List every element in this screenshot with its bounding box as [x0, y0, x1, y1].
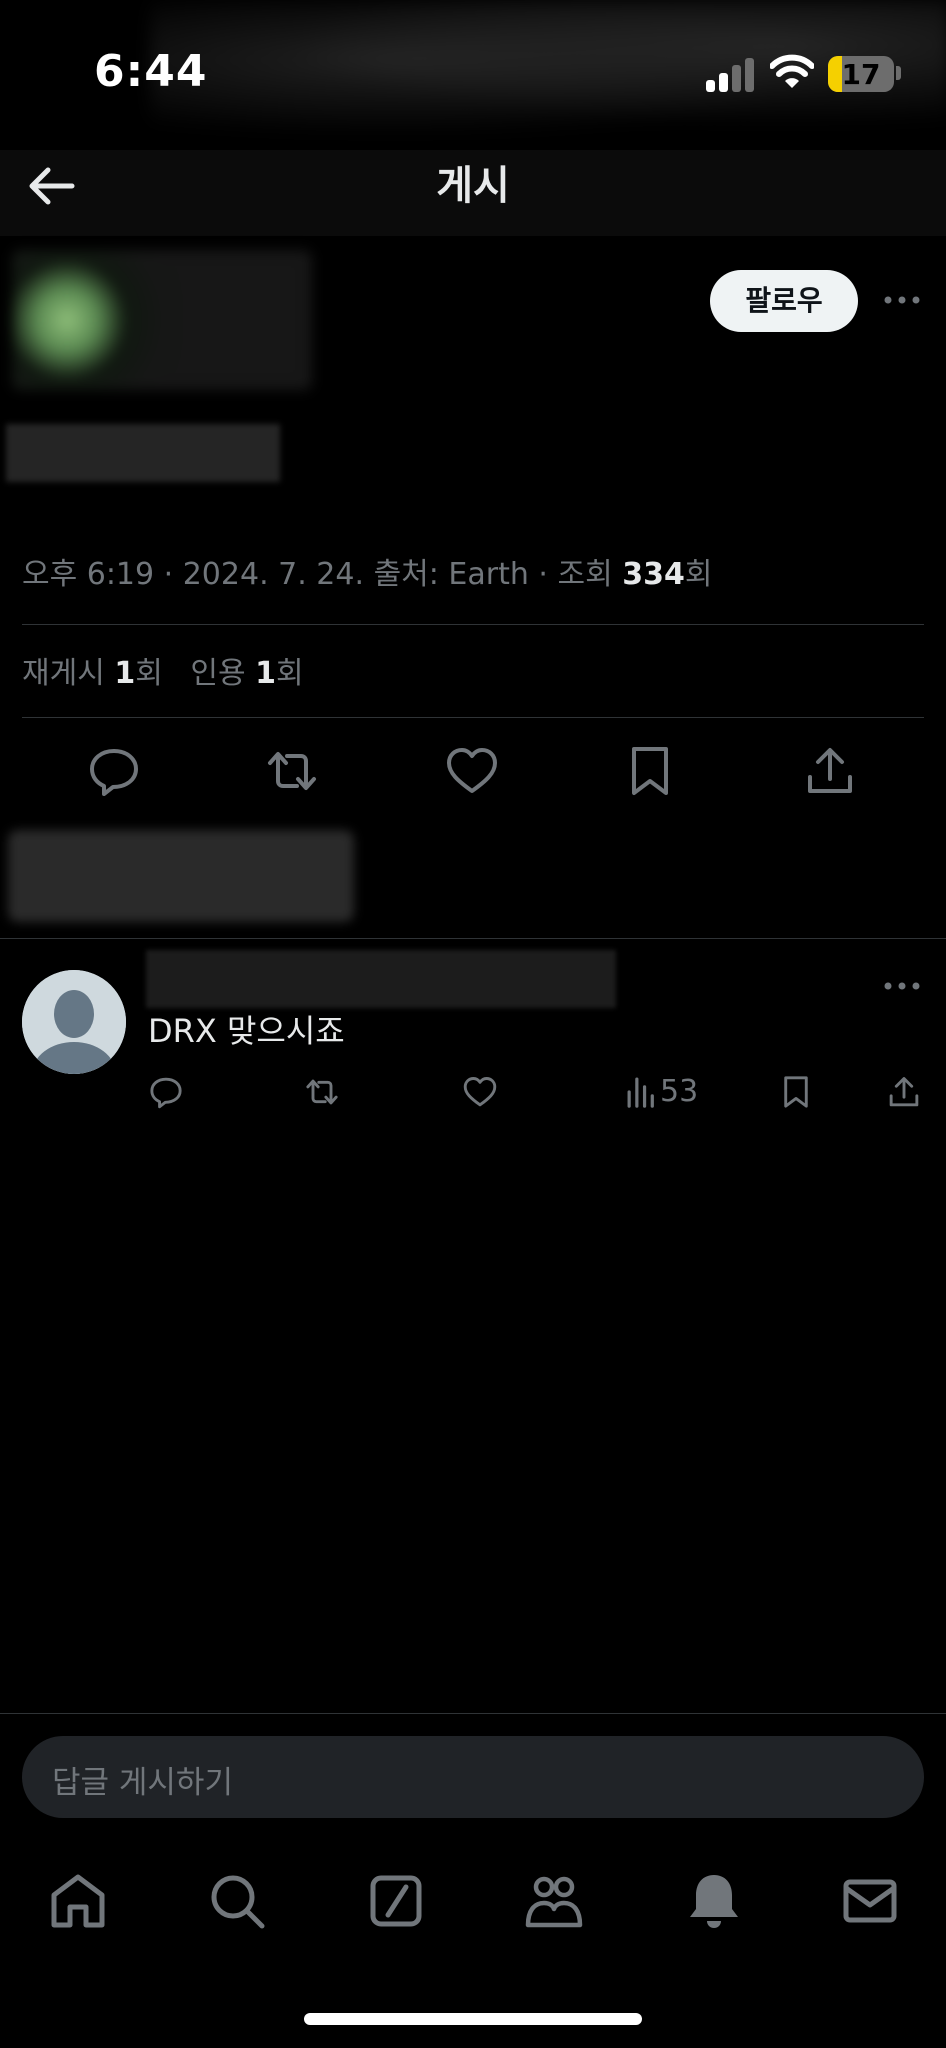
quotes-unit: 회 [276, 656, 304, 691]
status-bar-background [150, 0, 946, 150]
page-title: 게시 [436, 163, 510, 209]
reply-icon[interactable] [148, 1074, 184, 1110]
views-count: 334 [622, 557, 685, 592]
reposts-count: 1 [114, 656, 136, 691]
share-icon[interactable] [802, 743, 858, 799]
quotes-label: 인용 [190, 656, 246, 691]
follow-button[interactable]: 팔로우 [710, 270, 858, 332]
bookmark-icon[interactable] [622, 743, 678, 799]
like-icon[interactable] [462, 1074, 498, 1110]
battery-tip [896, 66, 901, 80]
reposts-stat[interactable]: 재게시 1회 [22, 656, 163, 691]
repost-icon[interactable] [304, 1074, 340, 1110]
wifi-icon [770, 54, 814, 90]
reposts-unit: 회 [135, 656, 163, 691]
bookmark-icon[interactable] [778, 1074, 814, 1110]
avatar[interactable] [22, 970, 126, 1074]
reply-views-count: 53 [660, 1074, 699, 1109]
quotes-stat[interactable]: 인용 1회 [190, 656, 303, 691]
reposts-label: 재게시 [22, 656, 105, 691]
reply-icon[interactable] [86, 743, 142, 799]
battery-indicator: 17 [828, 56, 894, 92]
repost-icon[interactable] [264, 743, 320, 799]
search-icon[interactable] [207, 1871, 267, 1931]
post-time: 오후 6:19 [22, 557, 155, 592]
reply-text: DRX 맞으시죠 [148, 1012, 345, 1050]
messages-icon[interactable] [840, 1871, 900, 1931]
post-meta: 오후 6:19 · 2024. 7. 24. 출처: Earth · 조회 33… [22, 557, 713, 592]
divider [22, 717, 924, 718]
home-icon[interactable] [48, 1871, 108, 1931]
views-icon[interactable] [624, 1074, 660, 1110]
reply-input-placeholder: 답글 게시하기 [52, 1765, 233, 1801]
post-stats: 재게시 1회 인용 1회 [22, 648, 304, 692]
author-avatar-blurred[interactable] [12, 250, 312, 390]
reply-author-blurred[interactable] [146, 950, 616, 1008]
related-content-blurred [8, 830, 354, 922]
notifications-icon[interactable] [684, 1871, 744, 1931]
communities-icon[interactable] [524, 1871, 584, 1931]
views-prefix: 조회 [557, 557, 613, 592]
more-options-icon[interactable] [880, 964, 924, 1008]
post-source: 출처: Earth [373, 557, 529, 592]
like-icon[interactable] [444, 743, 500, 799]
post-text-blurred [6, 424, 280, 482]
divider [0, 938, 946, 939]
home-indicator[interactable] [304, 2013, 642, 2025]
views-suffix: 회 [684, 557, 713, 592]
share-icon[interactable] [886, 1074, 922, 1110]
cellular-signal-icon [706, 58, 754, 92]
quotes-count: 1 [255, 656, 277, 691]
status-time: 6:44 [94, 46, 208, 97]
divider [0, 1713, 946, 1714]
more-options-icon[interactable] [880, 278, 924, 322]
battery-level: 17 [841, 58, 881, 91]
post-date: 2024. 7. 24. [182, 557, 365, 592]
divider [22, 624, 924, 625]
grok-icon[interactable] [366, 1871, 426, 1931]
